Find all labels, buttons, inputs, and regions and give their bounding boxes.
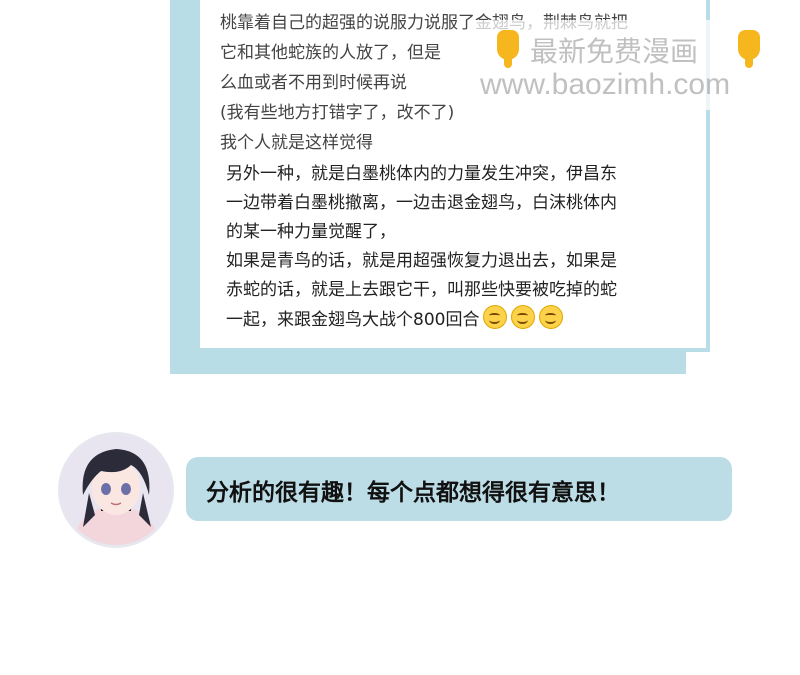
reply-line: 一起，来跟金翅鸟大战个800回合 xyxy=(226,310,480,330)
pointing-down-hand-icon xyxy=(497,30,519,68)
reply-last-line: 一起，来跟金翅鸟大战个800回合 xyxy=(226,305,696,335)
watermark-title: 最新免费漫画 xyxy=(530,35,699,68)
watermark-url: www.baozimh.com xyxy=(480,68,731,101)
reply-text: 另外一种，就是白墨桃体内的力量发生冲突，伊昌东 一边带着白墨桃撤离，一边击退金翅… xyxy=(226,160,696,335)
pointing-down-hand-icon xyxy=(738,30,760,68)
reply-line: 赤蛇的话，就是上去跟它干，叫那些快要被吃掉的蛇 xyxy=(226,280,617,300)
reply-line: 另外一种，就是白墨桃体内的力量发生冲突，伊昌东 xyxy=(226,164,617,184)
reply-line: 一边带着白墨桃撤离，一边击退金翅鸟，白沫桃体内 xyxy=(226,193,617,213)
avatar-portrait xyxy=(61,435,171,545)
reply-line: 如果是青鸟的话，就是用超强恢复力退出去，如果是 xyxy=(226,251,617,271)
comment-line: 我个人就是这样觉得 xyxy=(220,133,373,153)
smiling-face-icon xyxy=(511,305,536,329)
reply-bubble: 分析的很有趣！每个点都想得很有意思！ xyxy=(186,457,732,521)
reply-line: 的某一种力量觉醒了， xyxy=(226,222,396,242)
smiling-face-icon xyxy=(539,305,564,329)
smiling-face-icon xyxy=(483,305,508,329)
avatar xyxy=(58,432,174,548)
reply-bubble-text: 分析的很有趣！每个点都想得很有意思！ xyxy=(206,480,620,506)
